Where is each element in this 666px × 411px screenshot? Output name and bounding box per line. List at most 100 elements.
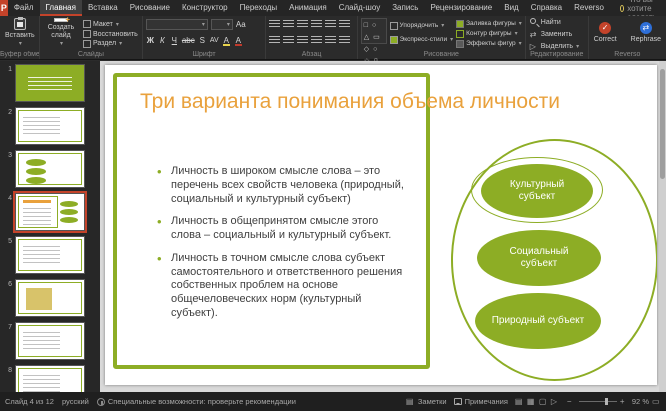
- accessibility-checker[interactable]: Специальные возможности: проверьте реком…: [97, 397, 296, 406]
- arrange-button[interactable]: Упорядочить: [390, 19, 454, 32]
- slide-thumbnail-8[interactable]: [15, 365, 85, 392]
- indent-decrease-button[interactable]: [297, 20, 308, 29]
- tab-draw[interactable]: Рисование: [124, 0, 176, 16]
- current-slide: Три варианта понимания объема личности Л…: [105, 65, 657, 385]
- font-name-select[interactable]: [146, 19, 208, 30]
- tab-review[interactable]: Рецензирование: [424, 0, 498, 16]
- tab-home[interactable]: Главная: [40, 0, 82, 16]
- social-subject-ellipse[interactable]: Социальный субъект: [477, 230, 601, 286]
- replace-button[interactable]: Заменить: [529, 30, 585, 39]
- section-button[interactable]: Раздел: [82, 39, 139, 48]
- reverso-group: ✓ Correct ⇄ Rephrase Reverso: [589, 16, 666, 59]
- shape-fill-icon: [456, 20, 464, 28]
- shape-fill-button[interactable]: Заливка фигуры: [456, 19, 522, 28]
- font-color-button[interactable]: А: [234, 35, 243, 46]
- editing-group-label: Редактирование: [526, 51, 588, 58]
- reset-button[interactable]: Восстановить: [82, 30, 139, 39]
- shape-outline-button[interactable]: Контур фигуры: [456, 29, 522, 38]
- italic-button[interactable]: К: [158, 35, 167, 46]
- slide-number-indicator[interactable]: Слайд 4 из 12: [5, 397, 54, 406]
- line-spacing-button[interactable]: [325, 20, 336, 29]
- tab-reverso[interactable]: Reverso: [568, 0, 610, 16]
- increase-font-button[interactable]: Аа: [236, 19, 246, 30]
- thumb-preview: [16, 65, 84, 101]
- text-direction-button[interactable]: [339, 20, 350, 29]
- vertical-scrollbar[interactable]: [659, 61, 666, 392]
- thumb-preview: [16, 366, 84, 392]
- slide-thumbnail-1[interactable]: [15, 64, 85, 102]
- tab-animations[interactable]: Анимация: [283, 0, 333, 16]
- tab-transitions[interactable]: Переходы: [234, 0, 284, 16]
- select-button[interactable]: Выделить: [529, 42, 585, 51]
- accessibility-icon: [97, 398, 105, 406]
- shapes-gallery[interactable]: □ ○ △ ▭ ◇ ○ ☆ ▯: [361, 18, 387, 44]
- bullet-list-button[interactable]: [269, 20, 280, 29]
- slide-title[interactable]: Три варианта понимания объема личности: [135, 89, 565, 115]
- slide-thumbnail-7[interactable]: [15, 322, 85, 360]
- tab-design[interactable]: Конструктор: [176, 0, 234, 16]
- scrollbar-thumb[interactable]: [660, 69, 665, 179]
- slide-thumbnail-6[interactable]: [15, 279, 85, 317]
- justify-button[interactable]: [311, 36, 322, 45]
- natural-subject-ellipse[interactable]: Природный субъект: [475, 293, 601, 349]
- tab-help[interactable]: Справка: [525, 0, 568, 16]
- content-area: 1 2 3 4 5 6 7 8: [0, 61, 666, 392]
- bold-button[interactable]: Ж: [146, 35, 155, 46]
- slideshow-view-button[interactable]: [551, 397, 560, 406]
- bullet-item[interactable]: Личность в широком смысле слова – это пе…: [157, 165, 409, 206]
- normal-view-button[interactable]: [515, 397, 524, 406]
- tab-record[interactable]: Запись: [386, 0, 424, 16]
- tab-slideshow[interactable]: Слайд-шоу: [333, 0, 386, 16]
- reverso-correct-button[interactable]: ✓ Correct: [592, 18, 619, 48]
- paste-button[interactable]: Вставить: [3, 18, 37, 48]
- highlight-color-button[interactable]: А: [222, 35, 231, 46]
- slide-thumbnail-4[interactable]: [15, 193, 85, 231]
- shape-effects-button[interactable]: Эффекты фигур: [456, 39, 522, 48]
- zoom-level[interactable]: 92 %: [632, 397, 649, 406]
- strikethrough-button[interactable]: abc: [182, 35, 195, 46]
- columns-button[interactable]: [325, 36, 336, 45]
- align-right-button[interactable]: [297, 36, 308, 45]
- slide-body-text[interactable]: Личность в широком смысле слова – это пе…: [157, 165, 409, 330]
- slide-thumbnail-2[interactable]: [15, 107, 85, 145]
- clipboard-group-label: Буфер обмена: [0, 51, 39, 58]
- status-bar: Слайд 4 из 12 русский Специальные возмож…: [0, 392, 666, 411]
- slide-thumbnail-3[interactable]: [15, 150, 85, 188]
- indent-increase-button[interactable]: [311, 20, 322, 29]
- zoom-slider-thumb[interactable]: [605, 398, 608, 405]
- thumb-preview: [16, 108, 84, 144]
- rephrase-arrows-icon: ⇄: [640, 22, 652, 34]
- zoom-in-button[interactable]: [620, 397, 629, 406]
- align-left-button[interactable]: [269, 36, 280, 45]
- tell-me-search[interactable]: Что вы хотите сделать: [620, 0, 666, 16]
- text-shadow-button[interactable]: S: [198, 35, 207, 46]
- cultural-subject-ellipse[interactable]: Культурный субъект: [481, 164, 593, 218]
- bullet-item[interactable]: Личность в точном смысле слова субъект с…: [157, 252, 409, 321]
- character-spacing-button[interactable]: AV: [210, 35, 219, 46]
- reverso-rephrase-button[interactable]: ⇄ Rephrase: [629, 18, 663, 48]
- find-button[interactable]: Найти: [529, 18, 585, 27]
- replace-icon: [530, 30, 539, 39]
- smartart-convert-button[interactable]: [339, 36, 350, 45]
- reading-view-button[interactable]: [539, 397, 548, 406]
- tab-insert[interactable]: Вставка: [82, 0, 124, 16]
- underline-button[interactable]: Ч: [170, 35, 179, 46]
- new-slide-button[interactable]: Создать слайд: [43, 18, 79, 48]
- comments-toggle-button[interactable]: Примечания: [454, 397, 508, 406]
- bullet-item[interactable]: Личность в общепринятом смысле этого сло…: [157, 215, 409, 243]
- notes-toggle-button[interactable]: Заметки: [406, 397, 447, 406]
- quick-styles-button[interactable]: Экспресс-стили: [390, 33, 454, 46]
- zoom-out-button[interactable]: [567, 397, 576, 406]
- language-indicator[interactable]: русский: [62, 397, 89, 406]
- align-center-button[interactable]: [283, 36, 294, 45]
- slide-thumbnail-panel[interactable]: 1 2 3 4 5 6 7 8: [0, 61, 100, 392]
- tab-file[interactable]: Файл: [8, 0, 40, 16]
- numbered-list-button[interactable]: [283, 20, 294, 29]
- tab-view[interactable]: Вид: [498, 0, 524, 16]
- fit-to-window-button[interactable]: [652, 397, 661, 406]
- slide-sorter-view-button[interactable]: [527, 397, 536, 406]
- layout-button[interactable]: Макет: [82, 20, 139, 29]
- zoom-slider[interactable]: [579, 401, 617, 402]
- font-size-select[interactable]: [211, 19, 233, 30]
- slide-thumbnail-5[interactable]: [15, 236, 85, 274]
